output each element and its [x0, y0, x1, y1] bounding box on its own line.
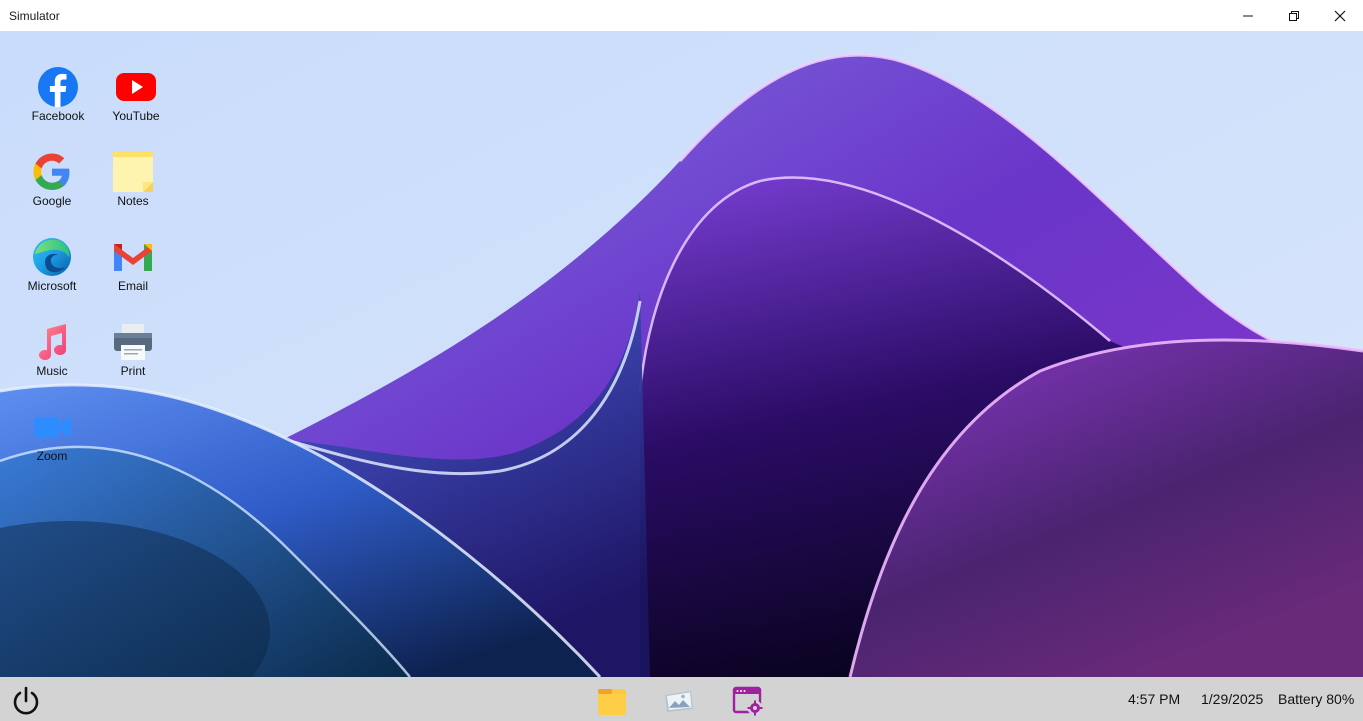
close-icon [1334, 10, 1346, 21]
facebook-icon [37, 66, 79, 108]
taskbar-file-explorer[interactable] [595, 685, 629, 717]
music-icon [31, 321, 73, 363]
app-label: Google [32, 194, 72, 208]
photo-viewer-icon [665, 691, 693, 712]
youtube-icon [115, 66, 157, 108]
printer-icon [112, 321, 154, 363]
app-label: Music [36, 364, 68, 378]
app-notes[interactable]: Notes [95, 151, 171, 231]
app-print[interactable]: Print [95, 321, 171, 401]
app-music[interactable]: Music [14, 321, 90, 401]
title-bar: Simulator [0, 0, 1363, 31]
taskbar-photo-viewer[interactable] [662, 685, 696, 717]
close-button[interactable] [1317, 0, 1363, 31]
app-label: Email [117, 279, 148, 293]
settings-window-icon [732, 686, 763, 716]
app-label: Zoom [36, 449, 68, 463]
window-controls [1225, 0, 1363, 31]
edge-icon [31, 236, 73, 278]
notes-icon [112, 151, 154, 193]
power-button[interactable] [9, 685, 43, 717]
clock-time: 4:57 PM [1128, 691, 1181, 707]
desktop[interactable]: Facebook YouTube Google Notes Microsoft … [0, 31, 1363, 677]
taskbar-settings-window[interactable] [731, 685, 765, 717]
app-label: Facebook [31, 109, 85, 123]
clock-date: 1/29/2025 [1201, 691, 1264, 707]
simulator-window: Simulator Facebook YouTube Google Notes … [0, 0, 1363, 721]
restore-button[interactable] [1271, 0, 1317, 31]
wallpaper [0, 31, 1363, 677]
app-email[interactable]: Email [95, 236, 171, 316]
app-zoom[interactable]: Zoom [14, 406, 90, 486]
app-label: Microsoft [27, 279, 77, 293]
app-microsoft[interactable]: Microsoft [14, 236, 90, 316]
file-explorer-icon [598, 689, 626, 715]
app-label: Print [120, 364, 146, 378]
zoom-icon [31, 406, 73, 448]
app-facebook[interactable]: Facebook [20, 66, 96, 146]
app-youtube[interactable]: YouTube [98, 66, 174, 146]
restore-icon [1289, 10, 1299, 21]
battery-status: Battery 80% [1278, 691, 1355, 707]
minimize-button[interactable] [1225, 0, 1271, 31]
google-icon [31, 151, 73, 193]
power-icon [13, 686, 39, 715]
app-google[interactable]: Google [14, 151, 90, 231]
app-label: Notes [117, 194, 149, 208]
app-label: YouTube [112, 109, 160, 123]
minimize-icon [1243, 15, 1253, 16]
gmail-icon [112, 236, 154, 278]
window-title: Simulator [9, 8, 60, 23]
taskbar: 4:57 PM 1/29/2025 Battery 80% [0, 677, 1363, 721]
